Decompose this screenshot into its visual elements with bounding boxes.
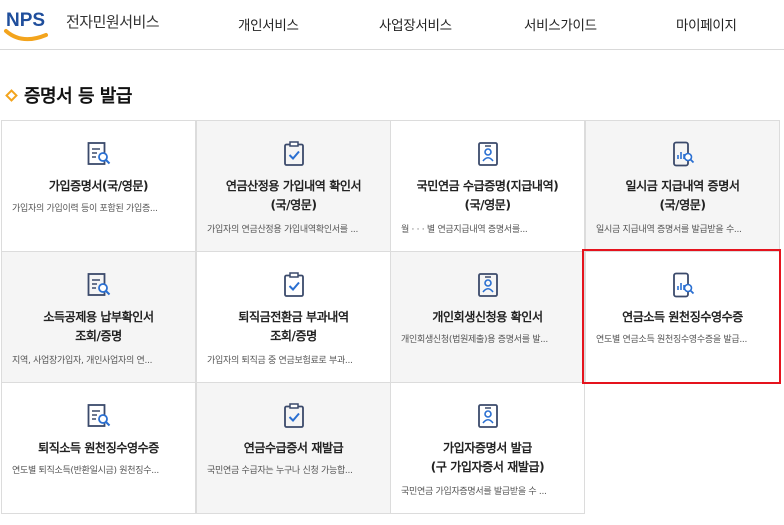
card-title: 연금산정용 가입내역 확인서 (국/영문)	[203, 177, 384, 215]
card-description: 연도별 퇴직소득(반환일시금) 원천징수...	[12, 466, 159, 476]
card-title-line: 소득공제용 납부확인서	[43, 310, 154, 324]
card-description: 국민연금 수급자는 누구나 신청 가능합...	[207, 466, 353, 476]
card-title-line: 연금소득 원천징수영수증	[622, 310, 743, 324]
mobile-chart-icon	[671, 272, 695, 298]
top-header: NPS 전자민원서비스 개인서비스 사업장서비스 서비스가이드 마이페이지	[0, 0, 784, 50]
section-heading: 증명서 등 발급	[4, 82, 132, 108]
certificate-card[interactable]: 소득공제용 납부확인서조회/증명지역, 사업장가입자, 개인사업자의 연...	[1, 251, 196, 383]
card-title-line: 퇴직소득 원천징수영수증	[38, 441, 159, 455]
certificate-card[interactable]: 연금산정용 가입내역 확인서 (국/영문) 가입자의 연금산정용 가입내역확인서를 …	[196, 120, 391, 252]
card-title-line: (국/영문)	[464, 198, 511, 212]
certificate-grid: 가입증명서(국/영문) 가입자의 가입이력 등이 포함된 가입증... 연금산정용 …	[1, 120, 783, 516]
person-id-icon	[476, 403, 500, 429]
certificate-card[interactable]: 개인회생신청용 확인서개인회생신청(법원제출)용 증명서를 발...	[390, 251, 585, 383]
card-title: 퇴직금전환금 부과내역조회/증명	[203, 308, 384, 346]
nav-my-page[interactable]: 마이페이지	[676, 14, 737, 34]
certificate-card[interactable]: 일시금 지급내역 증명서 (국/영문) 일시금 지급내역 증명서를 발급받을 수..…	[585, 120, 780, 252]
nav-business-service[interactable]: 사업장서비스	[379, 14, 452, 34]
card-title: 소득공제용 납부확인서조회/증명	[8, 308, 189, 346]
card-description: 가입자의 연금산정용 가입내역확인서를 ...	[207, 225, 359, 235]
card-description: 월 · · · 별 연금지급내역 증명서를...	[401, 225, 528, 235]
card-description: 가입자의 가입이력 등이 포함된 가입증...	[12, 204, 158, 214]
nps-logo[interactable]: NPS 전자민원서비스	[2, 5, 160, 43]
card-description: 국민연금 가입자증명서를 발급받을 수 ...	[401, 487, 547, 497]
person-id-icon	[476, 141, 500, 167]
mobile-chart-icon	[671, 141, 695, 167]
page-title: 증명서 등 발급	[24, 86, 132, 107]
document-search-icon	[87, 403, 111, 429]
document-search-icon	[87, 272, 111, 298]
card-description: 가입자의 퇴직금 중 연금보험료로 부과...	[207, 356, 353, 366]
card-title: 연금소득 원천징수영수증	[592, 308, 773, 327]
certificate-card[interactable]: 퇴직소득 원천징수영수증연도별 퇴직소득(반환일시금) 원천징수...	[1, 382, 196, 514]
document-search-icon	[87, 141, 111, 167]
card-title-line: 퇴직금전환금 부과내역	[238, 310, 349, 324]
diamond-bullet-icon	[4, 88, 18, 102]
card-title-line: 가입증명서(국/영문)	[48, 179, 149, 193]
card-description: 연도별 연금소득 원천징수영수증을 발급...	[596, 335, 748, 345]
certificate-card[interactable]: 국민연금 수급증명(지급내역) (국/영문) 월 · · · 별 연금지급내역 증명…	[390, 120, 585, 252]
nps-logo-mark: NPS	[4, 10, 48, 42]
card-title-line: 개인회생신청용 확인서	[432, 310, 543, 324]
nav-service-guide[interactable]: 서비스가이드	[524, 14, 597, 34]
card-title: 개인회생신청용 확인서	[397, 308, 578, 327]
card-description: 지역, 사업장가입자, 개인사업자의 연...	[12, 356, 153, 366]
service-name: 전자민원서비스	[66, 12, 160, 31]
card-title: 일시금 지급내역 증명서 (국/영문)	[592, 177, 773, 215]
certificate-card[interactable]: 가입자증명서 발급 (구 가입자증서 재발급) 국민연금 가입자증명서를 발급받을 …	[390, 382, 585, 514]
card-title: 국민연금 수급증명(지급내역) (국/영문)	[397, 177, 578, 215]
clipboard-check-icon	[282, 141, 306, 167]
card-title-line: 조회/증명	[75, 329, 122, 343]
clipboard-check-icon	[282, 403, 306, 429]
card-title-line: 조회/증명	[270, 329, 317, 343]
person-id-icon	[476, 272, 500, 298]
card-title-line: (구 가입자증서 재발급)	[430, 460, 545, 474]
certificate-card[interactable]: 연금소득 원천징수영수증연도별 연금소득 원천징수영수증을 발급...	[585, 251, 780, 383]
card-title-line: 가입자증명서 발급	[443, 441, 532, 455]
card-title: 연금수급증서 재발급	[203, 439, 384, 458]
svg-text:NPS: NPS	[6, 10, 45, 31]
card-title: 가입증명서(국/영문)	[8, 177, 189, 196]
nav-personal-service[interactable]: 개인서비스	[238, 14, 299, 34]
certificate-card[interactable]: 가입증명서(국/영문) 가입자의 가입이력 등이 포함된 가입증...	[1, 120, 196, 252]
card-title-line: (국/영문)	[659, 198, 706, 212]
certificate-card[interactable]: 연금수급증서 재발급국민연금 수급자는 누구나 신청 가능합...	[196, 382, 391, 514]
card-title: 가입자증명서 발급 (구 가입자증서 재발급)	[397, 439, 578, 477]
certificate-card[interactable]: 퇴직금전환금 부과내역조회/증명가입자의 퇴직금 중 연금보험료로 부과...	[196, 251, 391, 383]
card-description: 개인회생신청(법원제출)용 증명서를 발...	[401, 335, 548, 345]
card-title: 퇴직소득 원천징수영수증	[8, 439, 189, 458]
card-description: 일시금 지급내역 증명서를 발급받을 수...	[596, 225, 742, 235]
card-title-line: (국/영문)	[270, 198, 317, 212]
card-title-line: 일시금 지급내역 증명서	[625, 179, 740, 193]
card-title-line: 국민연금 수급증명(지급내역)	[416, 179, 559, 193]
card-title-line: 연금수급증서 재발급	[243, 441, 344, 455]
clipboard-check-icon	[282, 272, 306, 298]
card-title-line: 연금산정용 가입내역 확인서	[225, 179, 362, 193]
